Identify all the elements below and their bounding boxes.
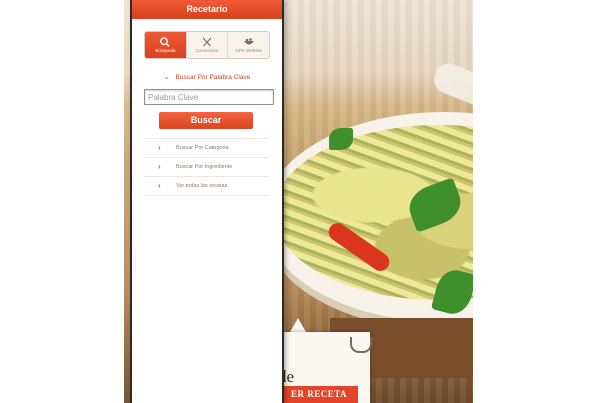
search-icon xyxy=(160,37,170,47)
mortar-icon xyxy=(350,337,372,353)
divider xyxy=(144,195,268,196)
chevron-right-icon: › xyxy=(158,143,161,152)
section-title: Buscar Por Palabra Clave xyxy=(175,74,251,81)
section-header[interactable]: ⌄ Buscar Por Palabra Clave xyxy=(132,71,282,85)
tab-busqueda[interactable]: Búsqueda xyxy=(145,32,187,58)
card-notch xyxy=(290,318,306,332)
view-recipe-button[interactable]: ER RECETA xyxy=(280,386,358,403)
chevron-right-icon: › xyxy=(158,162,161,171)
recetario-panel: Recetario Búsqueda Conversión GPK Websit… xyxy=(130,0,284,403)
menu-item-label: Buscar Por Ingrediente xyxy=(176,164,233,170)
tab-gpk-website[interactable]: GPK Website xyxy=(228,32,269,58)
bowl-icon xyxy=(243,38,254,45)
menu-item-ingrediente[interactable]: › Buscar Por Ingrediente xyxy=(144,158,268,176)
search-button[interactable]: Buscar xyxy=(159,112,253,129)
chevron-down-icon: ⌄ xyxy=(163,74,170,81)
tab-label: Búsqueda xyxy=(155,48,176,53)
menu-item-label: Buscar Por Categoria xyxy=(176,145,229,151)
mode-tabs: Búsqueda Conversión GPK Website xyxy=(144,31,270,59)
menu-item-todas-recetas[interactable]: › Ver todas las recetas xyxy=(144,177,268,195)
cilantro-image xyxy=(329,128,353,150)
chevron-right-icon: › xyxy=(158,181,161,190)
menu-item-label: Ver todas las recetas xyxy=(176,183,228,189)
tab-label: GPK Website xyxy=(235,48,263,53)
panel-title: Recetario xyxy=(132,0,282,19)
keyword-search-input[interactable] xyxy=(144,89,274,105)
utensils-icon xyxy=(202,37,212,47)
menu-item-categoria[interactable]: › Buscar Por Categoria xyxy=(144,139,268,157)
tab-label: Conversión xyxy=(195,48,219,53)
tab-conversion[interactable]: Conversión xyxy=(187,32,229,58)
